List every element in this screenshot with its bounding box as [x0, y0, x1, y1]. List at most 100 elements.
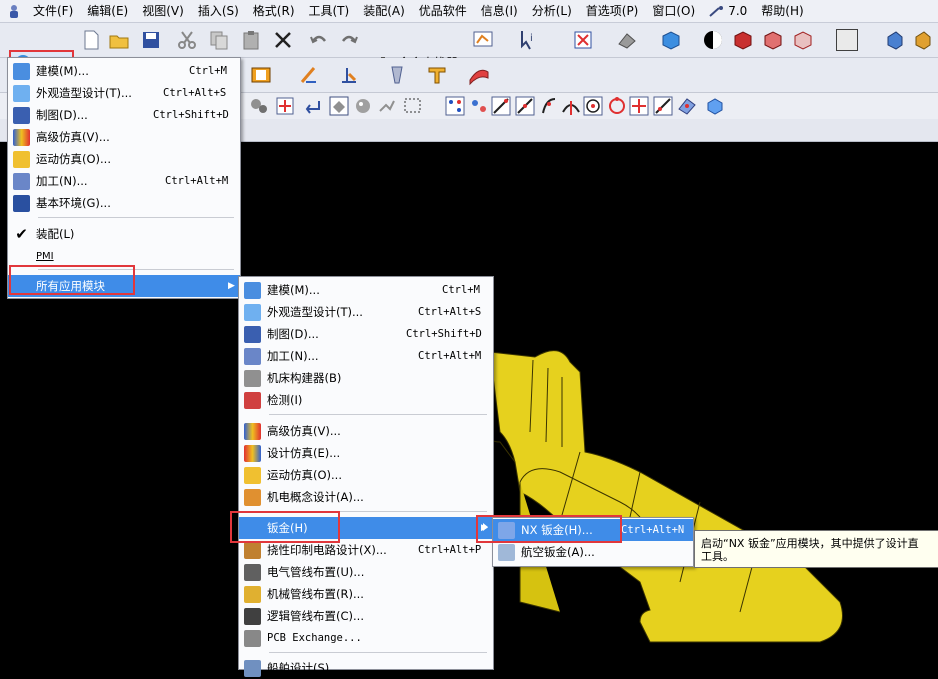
blue-cube-icon[interactable]: [704, 95, 726, 117]
menu-item-label: 运动仿真(O)...: [267, 468, 342, 482]
machine-tool-icon: [244, 369, 261, 387]
advanced-sim-icon: [13, 128, 30, 146]
menu-file[interactable]: 文件(F): [26, 0, 80, 22]
apps-motion-sim[interactable]: 运动仿真(O)...: [239, 464, 493, 486]
start-menu-all-applications[interactable]: 所有应用模块 ▶: [8, 275, 240, 297]
control-point-icon[interactable]: [538, 95, 560, 117]
drafting-icon: [13, 106, 30, 124]
rect-select-icon[interactable]: [402, 95, 424, 117]
filter-box-icon[interactable]: [328, 95, 350, 117]
sheet-metal-aero[interactable]: 航空钣金(A)...: [493, 541, 693, 563]
apps-mechatronics[interactable]: 机电概念设计(A)...: [239, 486, 493, 508]
gear-pair-icon[interactable]: [248, 95, 270, 117]
start-menu-advanced-sim[interactable]: 高级仿真(V)...: [8, 126, 240, 148]
start-menu-gateway[interactable]: 基本环境(G)...: [8, 192, 240, 214]
shaded-cube-icon[interactable]: [660, 29, 682, 51]
apps-advanced-sim[interactable]: 高级仿真(V)...: [239, 420, 493, 442]
point-on-face-icon[interactable]: [676, 95, 698, 117]
sheet-metal-nx[interactable]: NX 钣金(H)... Ctrl+Alt+N: [493, 519, 693, 541]
menu-analysis[interactable]: 分析(L): [525, 0, 579, 22]
surface-icon[interactable]: [468, 64, 490, 86]
view-orient-icon[interactable]: [616, 29, 638, 51]
menu-item-shortcut: Ctrl+M: [442, 284, 480, 296]
apps-logical-routing[interactable]: 逻辑管线布置(C)...: [239, 605, 493, 627]
menu-help[interactable]: 帮助(H): [754, 0, 810, 22]
ship-design-icon: [244, 659, 261, 677]
point-on-curve-icon[interactable]: [652, 95, 674, 117]
sphere-select-icon[interactable]: [352, 95, 374, 117]
menu-info[interactable]: 信息(I): [474, 0, 525, 22]
pen-tool-icon[interactable]: [298, 64, 320, 86]
book-icon[interactable]: [250, 64, 272, 86]
mid-point-icon[interactable]: [514, 95, 536, 117]
menu-item-label: 装配(L): [36, 227, 75, 241]
menu-format[interactable]: 格式(R): [246, 0, 302, 22]
t-section-icon[interactable]: [426, 64, 448, 86]
apps-mechanical-routing[interactable]: 机械管线布置(R)...: [239, 583, 493, 605]
start-menu-modeling[interactable]: 建模(M)... Ctrl+M: [8, 60, 240, 82]
existing-point-icon[interactable]: [628, 95, 650, 117]
dimension-icon[interactable]: [338, 64, 360, 86]
menu-tools[interactable]: 工具(T): [302, 0, 357, 22]
wire-cube-icon[interactable]: [792, 29, 814, 51]
apps-shape-studio[interactable]: 外观造型设计(T)... Ctrl+Alt+S: [239, 301, 493, 323]
info-cursor-icon[interactable]: i: [518, 29, 540, 51]
fit-view-icon[interactable]: [572, 29, 594, 51]
move-icon[interactable]: [884, 29, 906, 51]
redo-icon[interactable]: [338, 29, 360, 51]
return-arrow-icon[interactable]: [302, 95, 324, 117]
end-point-icon[interactable]: [490, 95, 512, 117]
paste-icon[interactable]: [240, 29, 262, 51]
intersection-icon[interactable]: [560, 95, 582, 117]
apps-pcb-exchange[interactable]: PCB Exchange...: [239, 627, 493, 649]
start-menu-manufacturing[interactable]: 加工(N)... Ctrl+Alt+M: [8, 170, 240, 192]
section-cube-icon[interactable]: [762, 29, 784, 51]
open-folder-icon[interactable]: [108, 29, 130, 51]
quadrant-icon[interactable]: [606, 95, 628, 117]
frame-tool-icon[interactable]: [472, 29, 494, 51]
menu-preferences[interactable]: 首选项(P): [579, 0, 646, 22]
nx-logo-icon: [10, 5, 18, 18]
menu-version[interactable]: 7.0: [702, 0, 754, 22]
assembly-tool-icon[interactable]: [912, 29, 934, 51]
render-style-icon[interactable]: [702, 29, 724, 51]
start-menu: 建模(M)... Ctrl+M 外观造型设计(T)... Ctrl+Alt+S …: [7, 57, 241, 299]
red-cube-icon[interactable]: [732, 29, 754, 51]
menu-window[interactable]: 窗口(O): [645, 0, 702, 22]
apps-machine-tool-builder[interactable]: 机床构建器(B): [239, 367, 493, 389]
gateway-icon: [13, 194, 30, 212]
menu-edit[interactable]: 编辑(E): [80, 0, 135, 22]
start-menu-assembly[interactable]: ✔ 装配(L): [8, 223, 240, 245]
apps-sheet-metal[interactable]: 钣金(H) ▶: [239, 517, 493, 539]
arc-center-icon[interactable]: [582, 95, 604, 117]
color-swatch[interactable]: [836, 29, 858, 51]
snap-grid-icon[interactable]: [444, 95, 466, 117]
undo-icon[interactable]: [308, 29, 330, 51]
apps-flex-pcb[interactable]: 挠性印制电路设计(X)... Ctrl+Alt+P: [239, 539, 493, 561]
start-menu-shape-studio[interactable]: 外观造型设计(T)... Ctrl+Alt+S: [8, 82, 240, 104]
multi-point-icon[interactable]: [468, 95, 490, 117]
apps-electrical-routing[interactable]: 电气管线布置(U)...: [239, 561, 493, 583]
apps-ship-design[interactable]: 船舶设计(S): [239, 657, 493, 679]
snap-point-icon[interactable]: [274, 95, 296, 117]
delete-icon[interactable]: [272, 29, 294, 51]
menu-youpin[interactable]: 优品软件: [412, 0, 474, 22]
apps-drafting[interactable]: 制图(D)... Ctrl+Shift+D: [239, 323, 493, 345]
copy-icon[interactable]: [208, 29, 230, 51]
start-menu-drafting[interactable]: 制图(D)... Ctrl+Shift+D: [8, 104, 240, 126]
save-icon[interactable]: [140, 29, 162, 51]
link-select-icon[interactable]: [376, 95, 398, 117]
apps-manufacturing[interactable]: 加工(N)... Ctrl+Alt+M: [239, 345, 493, 367]
menu-item-label: 航空钣金(A)...: [521, 545, 595, 559]
apps-inspection[interactable]: 检测(I): [239, 389, 493, 411]
drill-icon[interactable]: [386, 64, 408, 86]
new-file-icon[interactable]: [80, 29, 102, 51]
menu-view[interactable]: 视图(V): [135, 0, 191, 22]
apps-modeling[interactable]: 建模(M)... Ctrl+M: [239, 279, 493, 301]
menu-insert[interactable]: 插入(S): [191, 0, 246, 22]
start-menu-motion-sim[interactable]: 运动仿真(O)...: [8, 148, 240, 170]
cut-icon[interactable]: [176, 29, 198, 51]
start-menu-pmi[interactable]: PMI: [8, 245, 240, 267]
apps-design-sim[interactable]: 设计仿真(E)...: [239, 442, 493, 464]
menu-assembly[interactable]: 装配(A): [356, 0, 412, 22]
